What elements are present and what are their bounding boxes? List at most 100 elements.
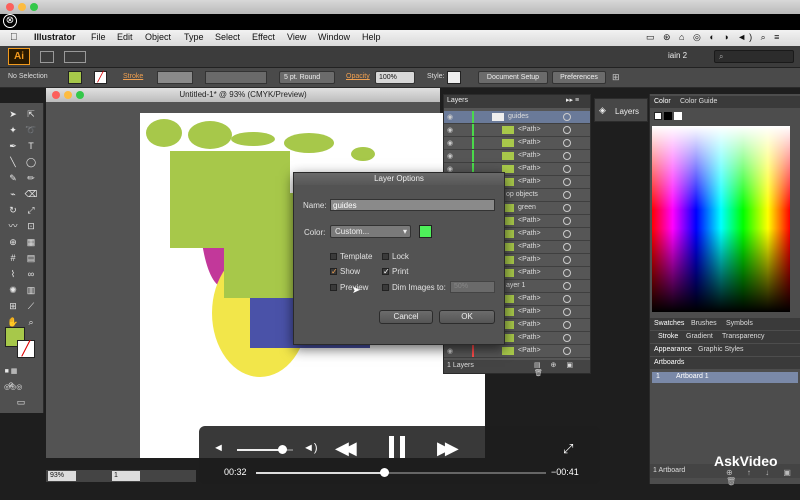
dim-images-checkbox[interactable] bbox=[382, 284, 389, 291]
visibility-eye-icon[interactable]: ◉ bbox=[447, 113, 457, 121]
arrange-icon[interactable]: ⊞ bbox=[612, 72, 620, 83]
target-circle-icon[interactable] bbox=[563, 321, 571, 329]
green-blob-2[interactable] bbox=[188, 121, 232, 149]
artboard-row[interactable]: 1 Artboard 1 bbox=[652, 372, 798, 383]
sublayer-row[interactable]: ◉ <Path> bbox=[444, 345, 590, 358]
target-circle-icon[interactable] bbox=[563, 269, 571, 277]
tab-gradient[interactable]: Gradient bbox=[686, 333, 713, 340]
free-transform-icon[interactable]: ⊡ bbox=[24, 219, 38, 233]
blob-brush-icon[interactable]: ⌁ bbox=[6, 187, 20, 201]
dim-images-field[interactable]: 50% bbox=[450, 281, 495, 293]
stroke-swatch[interactable]: ╱ bbox=[94, 71, 107, 84]
zoom-field[interactable]: 93% bbox=[48, 471, 76, 481]
artboard-tool-icon[interactable]: ⊞ bbox=[6, 299, 20, 313]
magic-wand-icon[interactable]: ✦ bbox=[6, 123, 20, 137]
menu-view[interactable]: View bbox=[287, 32, 306, 42]
target-circle-icon[interactable] bbox=[563, 334, 571, 342]
sublayer-row[interactable]: ◉ <Path> bbox=[444, 137, 590, 150]
apple-menu-icon[interactable]:  bbox=[10, 32, 18, 43]
lasso-icon[interactable]: ➰ bbox=[24, 123, 38, 137]
column-graph-icon[interactable]: ▥ bbox=[24, 283, 38, 297]
target-circle-icon[interactable] bbox=[563, 152, 571, 160]
black-swatch[interactable] bbox=[664, 112, 672, 120]
gradient-icon[interactable]: ▤ bbox=[24, 251, 38, 265]
ellipse-tool-icon[interactable]: ◯ bbox=[24, 155, 38, 169]
eyedropper-icon[interactable]: ⌇ bbox=[6, 267, 20, 281]
blend-icon[interactable]: ∞ bbox=[24, 267, 38, 281]
doc-minimize-button[interactable] bbox=[64, 91, 72, 99]
ok-button[interactable]: OK bbox=[439, 310, 495, 324]
layer-row[interactable]: ◉ guides bbox=[444, 111, 590, 124]
tab-symbols[interactable]: Symbols bbox=[726, 320, 753, 327]
paintbrush-icon[interactable]: ✎ bbox=[6, 171, 20, 185]
tab-graphic-styles[interactable]: Graphic Styles bbox=[698, 346, 744, 353]
line-tool-icon[interactable]: ╲ bbox=[6, 155, 20, 169]
menu-effect[interactable]: Effect bbox=[252, 32, 275, 42]
search-field[interactable]: ⌕ bbox=[714, 50, 794, 63]
variable-width-profile[interactable] bbox=[205, 71, 267, 84]
target-circle-icon[interactable] bbox=[563, 178, 571, 186]
green-blob-1[interactable] bbox=[146, 119, 182, 147]
white-swatch[interactable] bbox=[674, 112, 682, 120]
warp-icon[interactable]: 〰 bbox=[6, 219, 20, 233]
direct-selection-icon[interactable]: ⇱ bbox=[24, 107, 38, 121]
color-spectrum[interactable] bbox=[652, 126, 790, 312]
volume-slider-knob[interactable] bbox=[277, 445, 287, 454]
arrange-documents-icon[interactable] bbox=[64, 51, 86, 63]
menu-object[interactable]: Object bbox=[145, 32, 171, 42]
visibility-eye-icon[interactable]: ◉ bbox=[447, 126, 457, 134]
menu-select[interactable]: Select bbox=[215, 32, 240, 42]
doc-close-button[interactable] bbox=[52, 91, 60, 99]
target-circle-icon[interactable] bbox=[563, 347, 571, 355]
preview-checkbox[interactable] bbox=[330, 284, 337, 291]
target-circle-icon[interactable] bbox=[563, 113, 571, 121]
graphic-style-swatch[interactable] bbox=[447, 71, 461, 84]
selection-tool-icon[interactable]: ➤ bbox=[6, 107, 20, 121]
color-select[interactable]: Custom... ▾ bbox=[330, 225, 411, 238]
brush-definition[interactable]: 5 pt. Round bbox=[279, 71, 335, 84]
menu-help[interactable]: Help bbox=[362, 32, 381, 42]
opacity-field[interactable]: 100% bbox=[375, 71, 415, 84]
layers-panel-title[interactable]: Layers bbox=[447, 97, 468, 104]
screen-mode-icon[interactable]: ▭ bbox=[14, 395, 28, 409]
stroke-color-box[interactable]: ╱ bbox=[17, 340, 35, 358]
page-field[interactable]: 1 bbox=[112, 471, 140, 481]
panel-menu-icon[interactable]: ▸▸ ≡ bbox=[566, 96, 579, 104]
volume-slider[interactable] bbox=[237, 445, 293, 454]
pen-tool-icon[interactable]: ✒ bbox=[6, 139, 20, 153]
none-swatch[interactable] bbox=[654, 112, 662, 120]
green-blob-4[interactable] bbox=[284, 133, 334, 153]
fast-forward-icon[interactable]: ▶▶ bbox=[437, 438, 459, 459]
target-circle-icon[interactable] bbox=[563, 126, 571, 134]
layer-color-swatch[interactable] bbox=[419, 225, 432, 238]
green-blob-5[interactable] bbox=[351, 147, 375, 161]
target-circle-icon[interactable] bbox=[563, 243, 571, 251]
shape-builder-icon[interactable]: ⊕ bbox=[6, 235, 20, 249]
green-blob-3[interactable] bbox=[231, 132, 275, 146]
slice-icon[interactable]: ⟋ bbox=[24, 299, 38, 313]
window-close-button[interactable] bbox=[6, 3, 14, 11]
perspective-grid-icon[interactable]: ▦ bbox=[24, 235, 38, 249]
seek-bar[interactable] bbox=[256, 468, 546, 477]
eraser-icon[interactable]: ⌫ bbox=[24, 187, 38, 201]
doc-zoom-button[interactable] bbox=[76, 91, 84, 99]
volume-low-icon[interactable]: ◄ bbox=[213, 442, 224, 454]
stroke-weight-field[interactable] bbox=[157, 71, 193, 84]
layer-name-input[interactable] bbox=[330, 199, 495, 211]
green-rectangle-small[interactable] bbox=[224, 193, 294, 298]
fill-swatch[interactable] bbox=[68, 71, 82, 84]
window-zoom-button[interactable] bbox=[30, 3, 38, 11]
target-circle-icon[interactable] bbox=[563, 165, 571, 173]
lock-checkbox[interactable] bbox=[382, 253, 389, 260]
artboard-footer-icons[interactable]: ⊕ ↑ ↓ ▣ 🗑 bbox=[726, 468, 800, 486]
document-setup-button[interactable]: Document Setup bbox=[478, 71, 548, 84]
sublayer-row[interactable]: ◉ <Path> bbox=[444, 150, 590, 163]
layers-collapsed-button[interactable]: ◈ Layers bbox=[594, 98, 648, 122]
window-minimize-button[interactable] bbox=[18, 3, 26, 11]
menu-file[interactable]: File bbox=[91, 32, 106, 42]
target-circle-icon[interactable] bbox=[563, 295, 571, 303]
visibility-eye-icon[interactable]: ◉ bbox=[447, 152, 457, 160]
artboards-title[interactable]: Artboards bbox=[654, 359, 684, 366]
color-mode-icon[interactable]: ■ ▦ ⊘ bbox=[4, 365, 18, 389]
tab-color[interactable]: Color bbox=[654, 98, 671, 105]
